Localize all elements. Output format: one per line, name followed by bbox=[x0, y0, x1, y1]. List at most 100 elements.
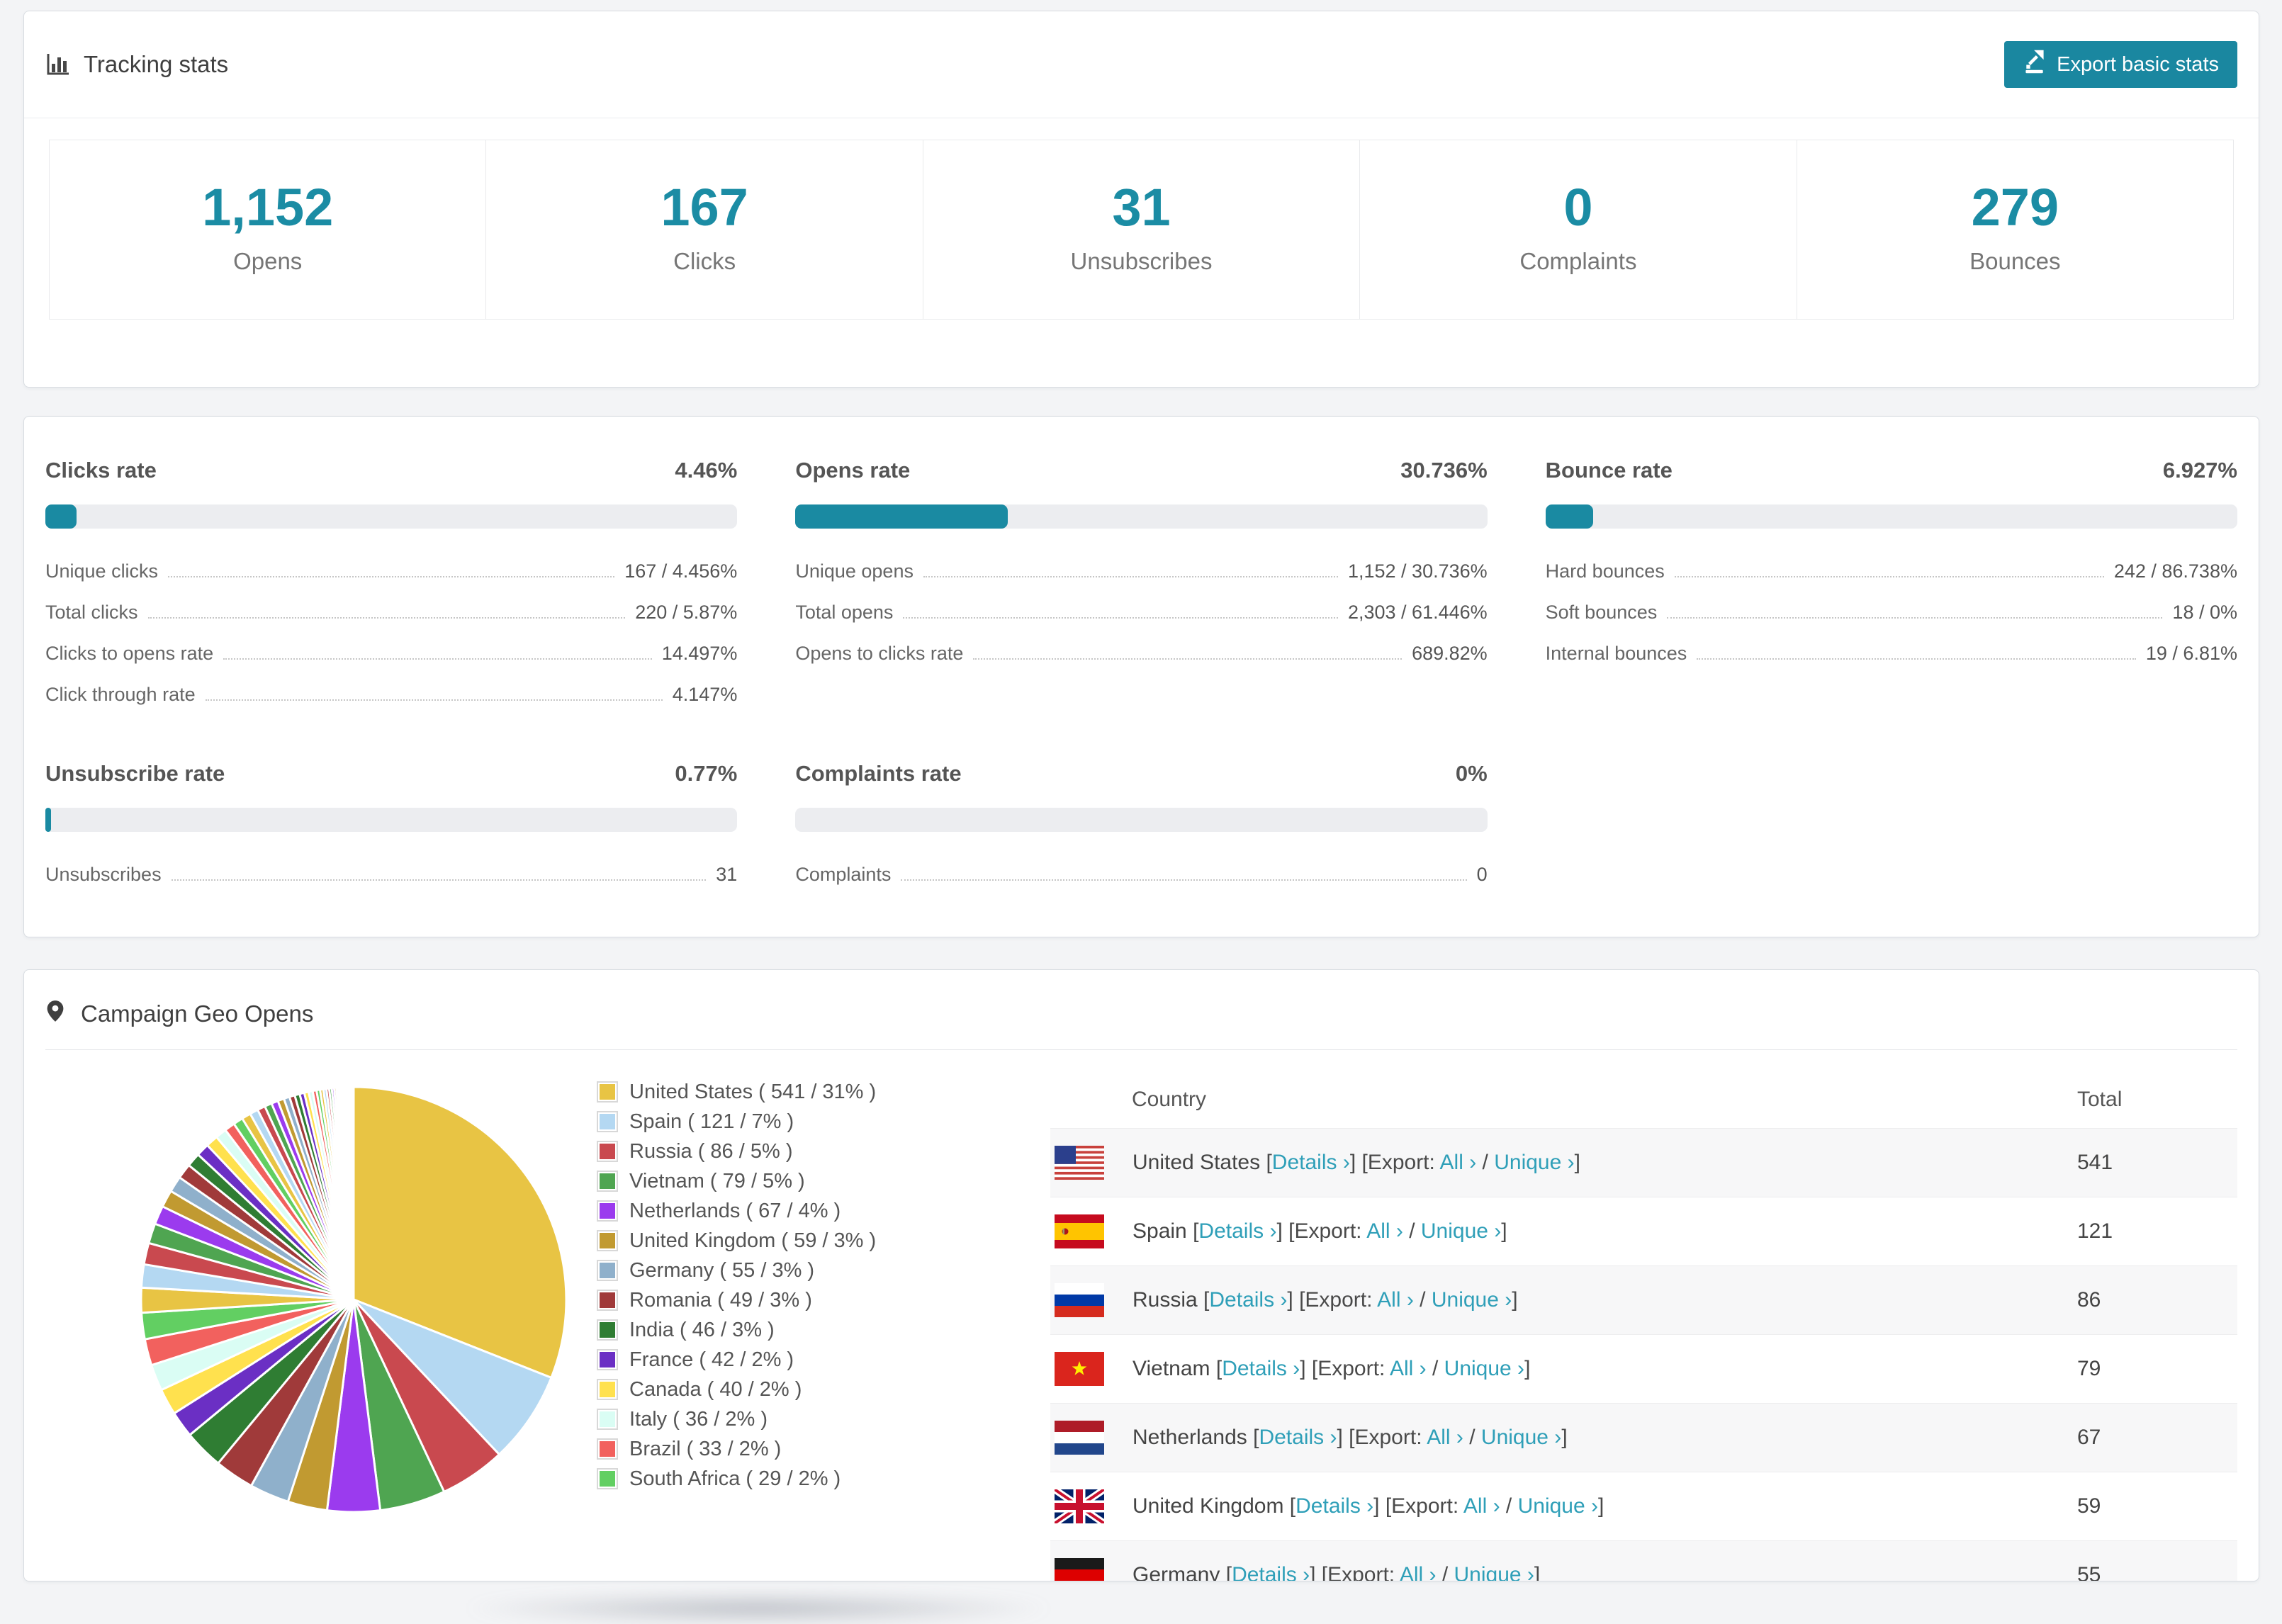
legend-swatch-vietnam bbox=[597, 1171, 618, 1192]
bracket: ] bbox=[1501, 1219, 1507, 1243]
slash: / bbox=[1436, 1563, 1454, 1581]
export-unique-link-spain[interactable]: Unique › bbox=[1421, 1219, 1501, 1243]
bracket: ] bbox=[1598, 1494, 1604, 1518]
export-button-label: Export basic stats bbox=[2057, 52, 2219, 76]
stat-cell-complaints: 0 Complaints bbox=[1360, 140, 1797, 319]
flag-us-icon bbox=[1055, 1146, 1104, 1180]
export-unique-link-netherlands[interactable]: Unique › bbox=[1481, 1426, 1561, 1449]
legend-item-romania[interactable]: Romania ( 49 / 3% ) bbox=[597, 1285, 944, 1315]
legend-item-canada[interactable]: Canada ( 40 / 2% ) bbox=[597, 1375, 944, 1404]
rate-row-label: Click through rate bbox=[45, 684, 196, 705]
rate-title: Unsubscribe rate bbox=[45, 761, 225, 786]
bracket: ] bbox=[1561, 1426, 1568, 1449]
flag-vn-icon bbox=[1055, 1352, 1104, 1386]
country-row-content: Netherlands [Details ›] [Export: All › /… bbox=[1051, 1421, 2076, 1455]
details-link-vietnam[interactable]: Details › bbox=[1222, 1357, 1300, 1380]
legend-item-netherlands[interactable]: Netherlands ( 67 / 4% ) bbox=[597, 1196, 944, 1226]
export-unique-link-united-kingdom[interactable]: Unique › bbox=[1518, 1494, 1598, 1518]
legend-swatch-brazil bbox=[597, 1438, 618, 1460]
geo-country-table: Country Total United States [Details ›] … bbox=[1050, 1071, 2237, 1581]
legend-item-vietnam[interactable]: Vietnam ( 79 / 5% ) bbox=[597, 1166, 944, 1196]
legend-item-united-kingdom[interactable]: United Kingdom ( 59 / 3% ) bbox=[597, 1226, 944, 1256]
stat-cell-unsubscribes: 31 Unsubscribes bbox=[923, 140, 1361, 319]
legend-label: United Kingdom ( 59 / 3% ) bbox=[629, 1229, 877, 1252]
rate-progress-bar bbox=[45, 808, 738, 832]
rate-row-complaints: Complaints 0 bbox=[795, 864, 1487, 886]
rate-row-internal-bounces: Internal bounces 19 / 6.81% bbox=[1546, 643, 2237, 665]
export-all-link-united-kingdom[interactable]: All › bbox=[1463, 1494, 1500, 1518]
country-links-text: Russia [Details ›] [Export: All › / Uniq… bbox=[1132, 1288, 1518, 1312]
legend-swatch-netherlands bbox=[597, 1200, 618, 1222]
rate-value: 0% bbox=[1455, 761, 1488, 786]
rates-card: Clicks rate 4.46% Unique clicks 167 / 4.456… bbox=[23, 416, 2259, 937]
rate-block-complaints-rate: Complaints rate 0% Complaints 0 bbox=[795, 761, 1488, 886]
flag-gb-icon bbox=[1055, 1489, 1104, 1523]
geo-opens-body: United States ( 541 / 31% ) Spain ( 121 /… bbox=[24, 1050, 2259, 1581]
table-row-vietnam: Vietnam [Details ›] [Export: All › / Uni… bbox=[1050, 1334, 2237, 1404]
rate-head-bounce-rate: Bounce rate 6.927% bbox=[1546, 458, 2237, 483]
rate-value: 0.77% bbox=[675, 761, 738, 786]
rate-row-value: 242 / 86.738% bbox=[2113, 560, 2237, 582]
dotted-leader bbox=[923, 576, 1338, 577]
cell-country-russia: Russia [Details ›] [Export: All › / Uniq… bbox=[1050, 1266, 2076, 1335]
geo-opens-title: Campaign Geo Opens bbox=[81, 1000, 314, 1027]
export-basic-stats-button[interactable]: Export basic stats bbox=[2004, 41, 2237, 88]
details-link-russia[interactable]: Details › bbox=[1209, 1288, 1287, 1312]
export-all-link-netherlands[interactable]: All › bbox=[1427, 1426, 1463, 1449]
country-row-content: Vietnam [Details ›] [Export: All › / Uni… bbox=[1051, 1352, 2076, 1386]
export-unique-link-germany[interactable]: Unique › bbox=[1454, 1563, 1534, 1581]
export-label: ] [Export: bbox=[1300, 1357, 1390, 1380]
legend-item-italy[interactable]: Italy ( 36 / 2% ) bbox=[597, 1404, 944, 1434]
export-label: ] [Export: bbox=[1373, 1494, 1463, 1518]
cell-total-netherlands: 67 bbox=[2077, 1426, 2101, 1449]
details-link-germany[interactable]: Details › bbox=[1232, 1563, 1310, 1581]
legend-item-united-states[interactable]: United States ( 541 / 31% ) bbox=[597, 1077, 944, 1107]
stat-cell-opens: 1,152 Opens bbox=[50, 140, 487, 319]
legend-label: Romania ( 49 / 3% ) bbox=[629, 1288, 812, 1312]
bracket: [ bbox=[1225, 1563, 1232, 1581]
export-all-link-united-states[interactable]: All › bbox=[1440, 1151, 1477, 1174]
cell-country-united-states: United States [Details ›] [Export: All ›… bbox=[1050, 1129, 2076, 1197]
legend-item-spain[interactable]: Spain ( 121 / 7% ) bbox=[597, 1107, 944, 1137]
rate-head-unsubscribe-rate: Unsubscribe rate 0.77% bbox=[45, 761, 737, 786]
dotted-leader bbox=[168, 576, 615, 577]
export-all-link-russia[interactable]: All › bbox=[1377, 1288, 1414, 1312]
legend-swatch-russia bbox=[597, 1141, 618, 1162]
details-link-united-states[interactable]: Details › bbox=[1272, 1151, 1350, 1174]
export-all-link-germany[interactable]: All › bbox=[1400, 1563, 1437, 1581]
export-unique-link-vietnam[interactable]: Unique › bbox=[1444, 1357, 1524, 1380]
export-unique-link-russia[interactable]: Unique › bbox=[1432, 1288, 1512, 1312]
legend-item-russia[interactable]: Russia ( 86 / 5% ) bbox=[597, 1137, 944, 1166]
export-unique-link-united-states[interactable]: Unique › bbox=[1494, 1151, 1574, 1174]
campaign-geo-opens-card: Campaign Geo Opens United States ( 541 /… bbox=[23, 969, 2259, 1581]
rate-row-hard-bounces: Hard bounces 242 / 86.738% bbox=[1546, 560, 2237, 582]
stat-label-bounces: Bounces bbox=[1969, 248, 2061, 274]
export-all-link-spain[interactable]: All › bbox=[1366, 1219, 1403, 1243]
export-label: ] [Export: bbox=[1287, 1288, 1378, 1312]
legend-item-germany[interactable]: Germany ( 55 / 3% ) bbox=[597, 1256, 944, 1285]
rate-progress-bar bbox=[45, 504, 738, 529]
dotted-leader bbox=[1667, 617, 2163, 619]
rate-row-value: 18 / 0% bbox=[2172, 602, 2237, 623]
legend-item-india[interactable]: India ( 46 / 3% ) bbox=[597, 1315, 944, 1345]
legend-label: South Africa ( 29 / 2% ) bbox=[629, 1467, 841, 1490]
rate-row-label: Clicks to opens rate bbox=[45, 643, 214, 664]
legend-item-south-africa[interactable]: South Africa ( 29 / 2% ) bbox=[597, 1464, 944, 1494]
details-link-netherlands[interactable]: Details › bbox=[1259, 1426, 1337, 1449]
country-links-text: Spain [Details ›] [Export: All › / Uniqu… bbox=[1132, 1219, 1507, 1244]
export-label: ] [Export: bbox=[1337, 1426, 1427, 1449]
rate-detail-rows: Hard bounces 242 / 86.738% Soft bounces 18 … bbox=[1546, 560, 2237, 665]
legend-item-france[interactable]: France ( 42 / 2% ) bbox=[597, 1345, 944, 1375]
details-link-united-kingdom[interactable]: Details › bbox=[1295, 1494, 1373, 1518]
dotted-leader bbox=[205, 699, 663, 701]
details-link-spain[interactable]: Details › bbox=[1198, 1219, 1276, 1243]
slash: / bbox=[1476, 1151, 1495, 1174]
cell-total-russia: 86 bbox=[2077, 1288, 2101, 1312]
legend-item-brazil[interactable]: Brazil ( 33 / 2% ) bbox=[597, 1434, 944, 1464]
export-all-link-vietnam[interactable]: All › bbox=[1390, 1357, 1427, 1380]
stat-summary-row: 1,152 Opens 167 Clicks 31 Unsubscribes 0 Compla… bbox=[49, 140, 2234, 320]
dotted-leader bbox=[903, 617, 1338, 619]
legend-swatch-united-kingdom bbox=[597, 1230, 618, 1251]
stat-label-unsubscribes: Unsubscribes bbox=[1070, 248, 1213, 274]
rate-row-value: 19 / 6.81% bbox=[2145, 643, 2237, 664]
